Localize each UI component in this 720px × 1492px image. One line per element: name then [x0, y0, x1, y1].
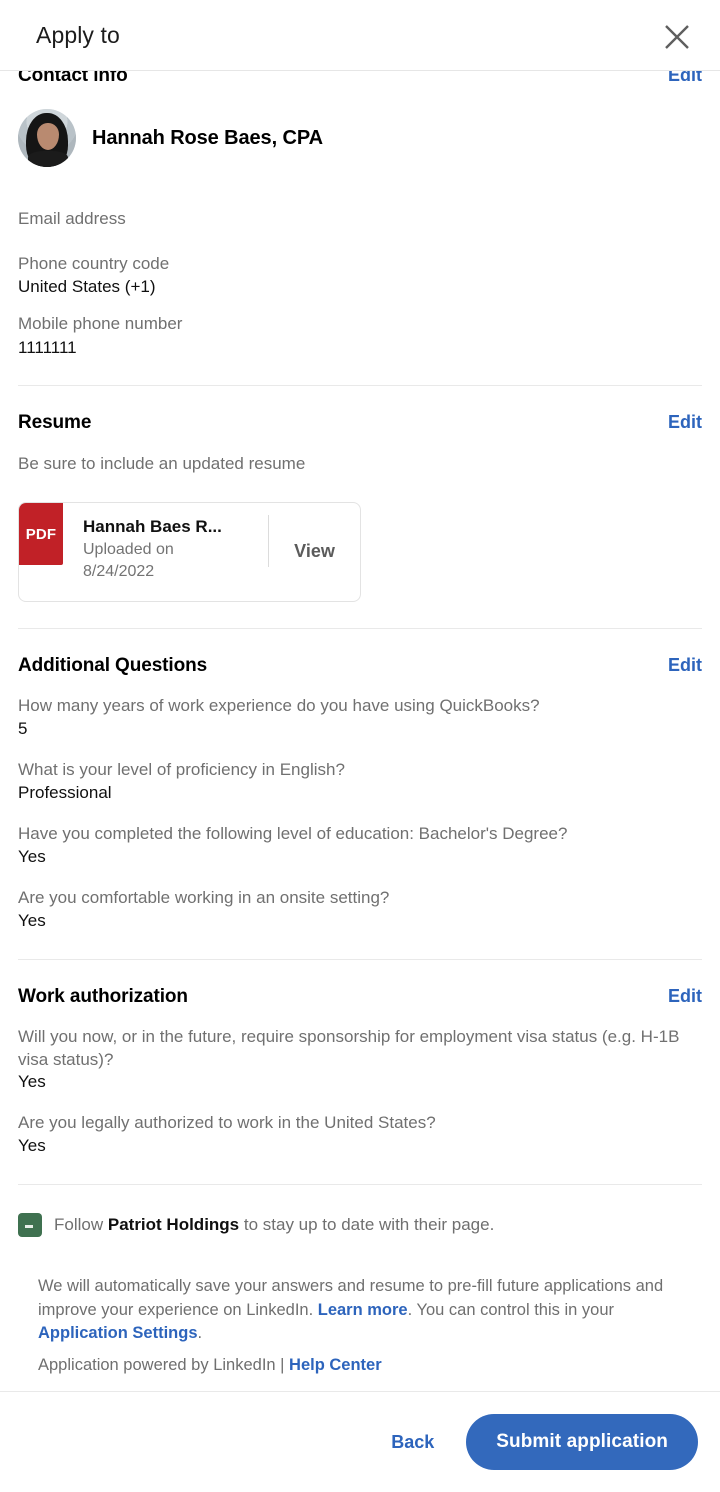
field-value: 1111111 — [18, 338, 77, 358]
answer-text: Professional — [18, 782, 112, 802]
section-work-authorization: Work authorization Edit Will you now, or… — [0, 960, 720, 1159]
checkmark-icon — [25, 1225, 33, 1229]
avatar — [18, 109, 76, 167]
field-email-address: Email address — [18, 207, 702, 232]
question-answer-item: How many years of work experience do you… — [18, 695, 702, 741]
question-text: Are you comfortable working in an onsite… — [18, 887, 390, 907]
page-title: Apply to — [36, 21, 120, 48]
additional-questions-header: Additional Questions Edit — [18, 655, 702, 677]
follow-company-row: Follow Patriot Holdings to stay up to da… — [0, 1185, 720, 1238]
disclaimer-part-3: . — [197, 1324, 203, 1343]
contact-info-header: Contact info Edit — [18, 71, 702, 87]
answer-text: Yes — [18, 1136, 46, 1156]
resume-file-info: Hannah Baes R... Uploaded on 8/24/2022 — [63, 503, 268, 601]
field-phone-country-code: Phone country code United States (+1) — [18, 252, 702, 299]
close-button[interactable] — [654, 14, 700, 60]
edit-work-authorization-button[interactable]: Edit — [668, 986, 702, 1007]
field-label: Email address — [18, 209, 126, 228]
follow-prefix: Follow — [54, 1215, 108, 1235]
powered-by-row: Application powered by LinkedIn | Help C… — [38, 1354, 680, 1377]
field-label: Mobile phone number — [18, 314, 183, 334]
section-resume: Resume Edit Be sure to include an update… — [0, 386, 720, 603]
follow-company-checkbox[interactable] — [18, 1213, 42, 1238]
application-settings-link[interactable]: Application Settings — [38, 1324, 198, 1342]
resume-uploaded-date-value: 8/24/2022 — [83, 562, 155, 580]
section-contact-info: Contact info Edit Hannah Rose Baes, CPA … — [0, 71, 720, 359]
question-text: How many years of work experience do you… — [18, 696, 540, 716]
question-answer-item: What is your level of proficiency in Eng… — [18, 759, 702, 805]
disclaimer-text: We will automatically save your answers … — [0, 1237, 720, 1377]
modal-footer: Back Submit application — [0, 1391, 720, 1492]
resume-uploaded-label: Uploaded on — [83, 541, 174, 559]
question-answer-item: Are you legally authorized to work in th… — [18, 1112, 702, 1158]
answer-text: 5 — [18, 719, 28, 739]
question-answer-item: Are you comfortable working in an onsite… — [18, 887, 702, 933]
section-title-additional-questions: Additional Questions — [18, 655, 208, 677]
learn-more-link[interactable]: Learn more — [318, 1301, 408, 1319]
easy-apply-modal: Apply to Contact info Edit Hannah Rose B… — [0, 0, 720, 1492]
contact-person-name: Hannah Rose Baes, CPA — [92, 126, 323, 149]
section-title-resume: Resume — [18, 412, 92, 434]
powered-by-label: Application powered by LinkedIn | — [38, 1355, 290, 1374]
field-value: United States (+1) — [18, 277, 156, 297]
follow-company-label: Follow Patriot Holdings to stay up to da… — [54, 1211, 494, 1237]
disclaimer-part-2: . You can control this in your — [407, 1300, 615, 1319]
answer-text: Yes — [18, 910, 46, 930]
section-title-work-authorization: Work authorization — [18, 985, 188, 1007]
answer-text: Yes — [18, 1072, 46, 1092]
submit-application-button[interactable]: Submit application — [466, 1414, 698, 1470]
application-review-scroll[interactable]: Contact info Edit Hannah Rose Baes, CPA … — [0, 71, 720, 1391]
resume-card[interactable]: PDF Hannah Baes R... Uploaded on 8/24/20… — [18, 502, 361, 603]
resume-header: Resume Edit — [18, 412, 702, 434]
section-title-contact-info: Contact info — [18, 71, 128, 86]
modal-header: Apply to — [0, 0, 720, 71]
work-authorization-header: Work authorization Edit — [18, 986, 702, 1008]
field-mobile-phone-number: Mobile phone number 1111111 — [18, 312, 702, 359]
answer-text: Yes — [18, 846, 46, 866]
question-answer-item: Will you now, or in the future, require … — [18, 1026, 702, 1095]
field-label: Phone country code — [18, 253, 170, 273]
close-icon — [662, 22, 692, 52]
edit-additional-questions-button[interactable]: Edit — [668, 655, 702, 676]
help-center-link[interactable]: Help Center — [289, 1356, 382, 1374]
resume-upload-date: Uploaded on 8/24/2022 — [83, 539, 203, 582]
follow-suffix: to stay up to date with their page. — [239, 1215, 495, 1235]
pdf-file-icon: PDF — [19, 503, 63, 566]
question-text: What is your level of proficiency in Eng… — [18, 759, 345, 779]
back-button[interactable]: Back — [385, 1422, 440, 1463]
question-text: Will you now, or in the future, require … — [18, 1026, 680, 1069]
question-answer-item: Have you completed the following level o… — [18, 823, 702, 869]
edit-resume-button[interactable]: Edit — [668, 412, 702, 433]
follow-company-name: Patriot Holdings — [107, 1215, 240, 1235]
edit-contact-info-button[interactable]: Edit — [668, 71, 702, 86]
section-additional-questions: Additional Questions Edit How many years… — [0, 629, 720, 933]
question-text: Are you legally authorized to work in th… — [18, 1113, 436, 1133]
contact-person-row: Hannah Rose Baes, CPA — [18, 109, 702, 167]
question-text: Have you completed the following level o… — [18, 823, 568, 843]
resume-file-name: Hannah Baes R... — [83, 517, 222, 537]
resume-subtitle: Be sure to include an updated resume — [18, 454, 306, 474]
resume-view-label: View — [294, 541, 335, 562]
resume-view-button[interactable]: View — [268, 515, 360, 568]
